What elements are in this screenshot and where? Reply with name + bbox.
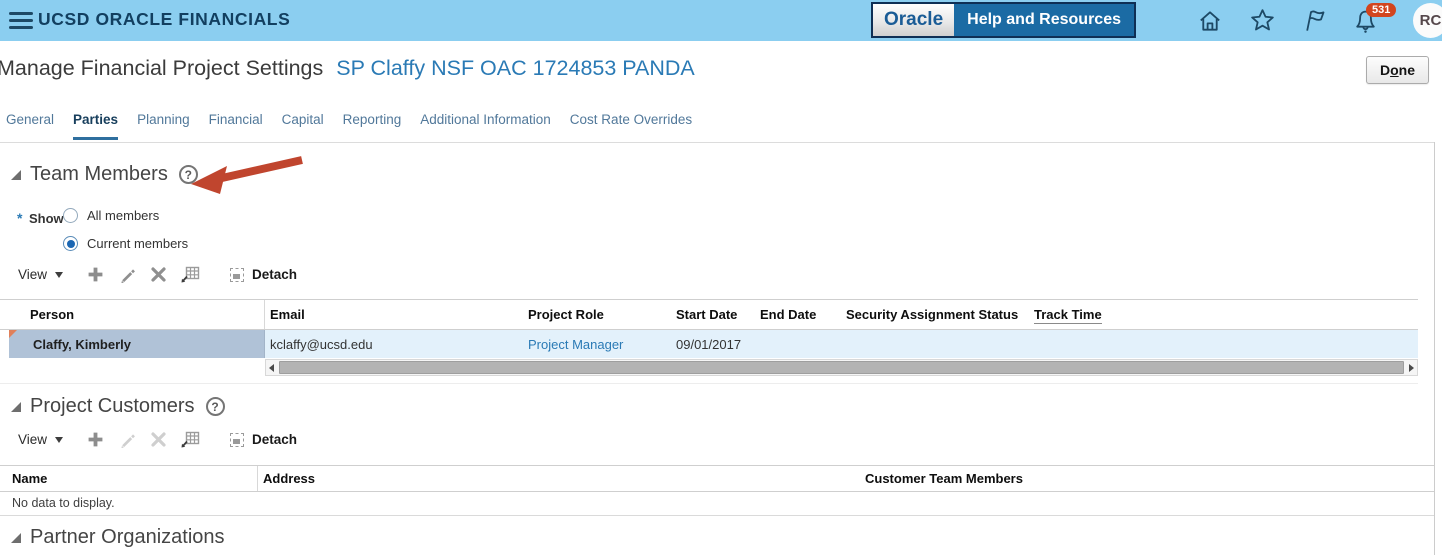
star-favorites-icon[interactable] [1249,7,1276,34]
view-menu-button[interactable]: View [18,432,63,447]
tab-additional-information[interactable]: Additional Information [420,112,551,140]
tab-reporting[interactable]: Reporting [343,112,402,140]
detach-button[interactable]: Detach [230,267,297,282]
edit-row-button-disabled [119,431,136,448]
notification-count-badge[interactable]: 531 [1366,3,1396,17]
delete-row-button-disabled [151,432,166,447]
detach-button[interactable]: Detach [230,432,297,447]
column-header-project-role[interactable]: Project Role [523,307,671,322]
delete-row-button[interactable] [151,267,166,282]
column-header-end-date[interactable]: End Date [755,307,841,322]
column-header-address[interactable]: Address [258,471,860,486]
help-icon[interactable]: ? [206,397,225,416]
collapse-triangle-icon[interactable] [11,402,21,412]
column-header-person[interactable]: Person [0,300,265,329]
horizontal-scrollbar[interactable] [265,359,1418,376]
tab-general[interactable]: General [6,112,54,140]
home-icon[interactable] [1197,8,1223,34]
column-header-email[interactable]: Email [265,307,523,322]
security-assignment-status-cell [841,330,1029,358]
view-menu-button[interactable]: View [18,267,63,282]
detach-icon [230,433,244,447]
table-row[interactable]: Claffy, Kimberly kclaffy@ucsd.edu Projec… [0,330,1418,358]
user-avatar[interactable]: RC [1413,3,1442,38]
column-header-customer-team-members[interactable]: Customer Team Members [860,471,1434,486]
tab-financial[interactable]: Financial [209,112,263,140]
topbar: UCSD ORACLE FINANCIALS Oracle Help and R… [0,0,1442,41]
column-header-start-date[interactable]: Start Date [671,307,755,322]
tab-strip: General Parties Planning Financial Capit… [6,112,692,140]
project-customers-section-heading: Project Customers ? [11,395,225,418]
person-cell-selected[interactable]: Claffy, Kimberly [9,330,265,358]
scroll-right-arrow-icon[interactable] [1409,364,1414,372]
page-header: Manage Financial Project Settings SP Cla… [0,56,695,81]
team-members-table-header: Person Email Project Role Start Date End… [0,299,1418,330]
oracle-brand-label: Oracle [873,4,954,36]
show-label: Show [29,211,64,226]
section-title: Partner Organizations [30,526,225,549]
track-time-cell [1029,330,1418,358]
collapse-triangle-icon[interactable] [11,170,21,180]
radio-all-members[interactable]: All members [63,208,159,223]
project-name: SP Claffy NSF OAC 1724853 PANDA [336,56,695,81]
freeze-columns-button[interactable] [181,431,200,448]
scrollbar-thumb[interactable] [279,361,1404,374]
freeze-columns-button[interactable] [181,266,200,283]
table-bottom-spacer [0,376,1418,384]
add-row-button[interactable] [87,431,104,448]
caret-down-icon [55,272,63,278]
empty-table-message: No data to display. [0,492,1434,516]
row-header-stub [0,330,9,358]
radio-icon-selected [63,236,78,251]
radio-label: Current members [87,236,188,251]
project-customers-table-header: Name Address Customer Team Members [0,465,1434,492]
project-role-link[interactable]: Project Manager [523,330,671,358]
tab-strip-divider [0,142,1434,143]
edit-row-button[interactable] [119,266,136,283]
team-members-table: Person Email Project Role Start Date End… [0,299,1418,384]
project-customers-table: Name Address Customer Team Members No da… [0,465,1434,516]
section-title: Project Customers [30,395,195,418]
flag-icon[interactable] [1301,7,1328,34]
section-title: Team Members [30,163,168,186]
tab-cost-rate-overrides[interactable]: Cost Rate Overrides [570,112,692,140]
page-title: Manage Financial Project Settings [0,56,323,81]
help-button-label: Help and Resources [954,4,1134,36]
content-right-border [1434,142,1435,555]
collapse-triangle-icon[interactable] [11,533,21,543]
column-header-track-time[interactable]: Track Time [1029,307,1418,322]
hamburger-menu-icon[interactable] [9,12,33,29]
required-marker: * [17,210,22,226]
tab-capital[interactable]: Capital [282,112,324,140]
caret-down-icon [55,437,63,443]
done-button[interactable]: Done [1366,56,1429,84]
partner-organizations-section-heading: Partner Organizations [11,526,225,549]
column-header-name[interactable]: Name [0,466,258,491]
end-date-cell [755,330,841,358]
radio-icon [63,208,78,223]
tab-parties[interactable]: Parties [73,112,118,140]
radio-current-members[interactable]: Current members [63,236,188,251]
start-date-cell: 09/01/2017 [671,330,755,358]
detach-icon [230,268,244,282]
email-cell: kclaffy@ucsd.edu [265,330,523,358]
add-row-button[interactable] [87,266,104,283]
tab-planning[interactable]: Planning [137,112,190,140]
radio-label: All members [87,208,159,223]
column-header-security-assignment-status[interactable]: Security Assignment Status [841,307,1029,322]
team-members-toolbar: View Detach [18,266,297,283]
scroll-left-arrow-icon[interactable] [269,364,274,372]
project-customers-toolbar: View Detach [18,431,297,448]
help-and-resources-button[interactable]: Oracle Help and Resources [871,2,1136,38]
team-members-section-heading: Team Members ? [11,163,198,186]
red-annotation-arrow [190,152,308,203]
app-title: UCSD ORACLE FINANCIALS [38,9,290,30]
